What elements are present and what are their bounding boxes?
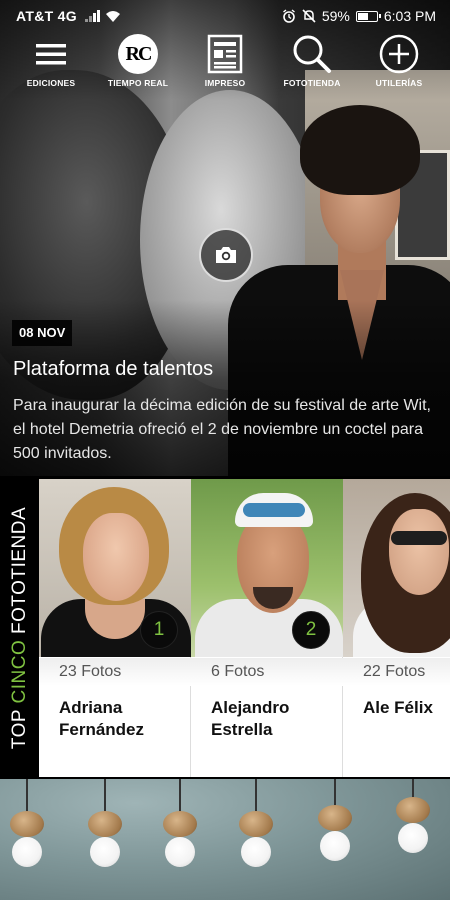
- nav-fototienda[interactable]: FOTOTIENDA: [269, 30, 355, 92]
- hamburger-menu-icon: [29, 32, 73, 76]
- top-cinco-label-end: FOTOTIENDA: [8, 506, 30, 634]
- nav-utilerias-label: UTILERÍAS: [375, 78, 423, 88]
- pendant-lamp: [88, 779, 122, 879]
- person-name: Alejandro Estrella: [211, 698, 290, 739]
- next-story-photo[interactable]: [0, 779, 450, 900]
- person-card[interactable]: 22 Fotos Ale Félix: [343, 479, 450, 777]
- pendant-lamp: [318, 779, 352, 879]
- carrier-label: AT&T 4G: [16, 8, 77, 24]
- rank-badge: 2: [292, 611, 330, 649]
- hero-title[interactable]: Plataforma de talentos: [13, 358, 443, 381]
- top-cinco-label-mid: CINCO: [8, 639, 30, 704]
- pendant-lamp: [10, 779, 44, 879]
- top-cinco-section: TOP CINCO FOTOTIENDA 1 23 Fotos Adriana …: [0, 479, 450, 777]
- newspaper-icon: [203, 32, 247, 76]
- top-navigation: EDICIONES RC TIEMPO REAL IMPRESO FOTOTIE…: [0, 30, 450, 92]
- cell-signal-icon: [84, 10, 100, 22]
- battery-icon: [355, 10, 381, 22]
- wifi-icon: [105, 10, 120, 22]
- rank-badge: 1: [140, 611, 178, 649]
- person-card[interactable]: 1 23 Fotos Adriana Fernández: [39, 479, 191, 777]
- camera-icon: [216, 247, 236, 263]
- nav-utilerias[interactable]: UTILERÍAS: [356, 30, 442, 92]
- top-cinco-carousel[interactable]: 1 23 Fotos Adriana Fernández 2 6 Fotos A…: [39, 479, 450, 777]
- rc-logo-icon: RC: [116, 32, 160, 76]
- plus-circle-icon: [377, 32, 421, 76]
- photo-count: 6 Fotos: [191, 658, 343, 686]
- search-icon: [290, 32, 334, 76]
- battery-percent: 59%: [321, 8, 350, 24]
- person-card[interactable]: 2 6 Fotos Alejandro Estrella: [191, 479, 343, 777]
- pendant-lamp: [396, 779, 430, 879]
- pendant-lamp: [163, 779, 197, 879]
- pendant-lamp: [239, 779, 273, 879]
- mute-icon: [302, 9, 316, 23]
- nav-tiempo-real[interactable]: RC TIEMPO REAL: [95, 30, 181, 92]
- person-name: Adriana Fernández: [59, 698, 145, 739]
- top-cinco-vertical-label: TOP CINCO FOTOTIENDA: [0, 479, 39, 777]
- alarm-icon: [282, 9, 295, 23]
- nav-tiempo-real-label: TIEMPO REAL: [107, 78, 169, 88]
- nav-impreso-label: IMPRESO: [204, 78, 246, 88]
- person-name: Ale Félix: [363, 698, 433, 717]
- photo-count: 22 Fotos: [343, 658, 450, 686]
- nav-ediciones[interactable]: EDICIONES: [8, 30, 94, 92]
- hero-description: Para inaugurar la décima edición de su f…: [13, 397, 431, 462]
- hero-date-badge: 08 NOV: [12, 320, 73, 346]
- gallery-camera-button[interactable]: [199, 228, 253, 282]
- nav-impreso[interactable]: IMPRESO: [182, 30, 268, 92]
- clock: 6:03 PM: [383, 8, 436, 24]
- status-bar: AT&T 4G 59% 6:03 PM: [0, 0, 450, 32]
- person-photo: [343, 479, 450, 657]
- nav-fototienda-label: FOTOTIENDA: [283, 78, 341, 88]
- nav-ediciones-label: EDICIONES: [26, 78, 76, 88]
- top-cinco-label-top: TOP: [8, 709, 30, 750]
- rc-logo-text: RC: [118, 34, 158, 74]
- photo-count: 23 Fotos: [39, 658, 191, 686]
